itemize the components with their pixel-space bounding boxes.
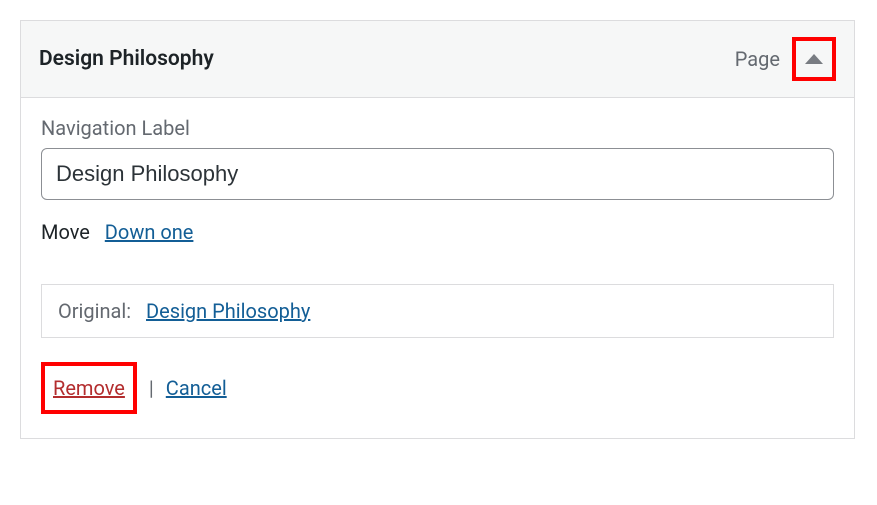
action-links-row: Remove | Cancel (41, 362, 834, 414)
move-label: Move (41, 220, 90, 244)
original-page-link[interactable]: Design Philosophy (146, 299, 310, 323)
menu-item-type-label: Page (735, 47, 780, 71)
menu-item-panel: Design Philosophy Page Navigation Label … (20, 20, 855, 439)
menu-item-header[interactable]: Design Philosophy Page (21, 21, 854, 98)
cancel-link[interactable]: Cancel (166, 376, 227, 400)
move-down-one-link[interactable]: Down one (105, 220, 194, 244)
collapse-toggle-button[interactable] (792, 37, 836, 81)
remove-link[interactable]: Remove (53, 376, 125, 400)
menu-item-title: Design Philosophy (39, 47, 214, 71)
action-separator: | (149, 376, 154, 400)
navigation-label-input[interactable] (41, 148, 834, 200)
original-box: Original: Design Philosophy (41, 284, 834, 338)
menu-item-body: Navigation Label Move Down one Original:… (21, 98, 854, 438)
navigation-label-field-label: Navigation Label (41, 116, 834, 140)
menu-item-header-right: Page (735, 37, 836, 81)
original-label: Original: (58, 299, 131, 323)
remove-link-highlight: Remove (41, 362, 137, 414)
move-section: Move Down one (41, 220, 834, 244)
triangle-up-icon (805, 54, 823, 64)
